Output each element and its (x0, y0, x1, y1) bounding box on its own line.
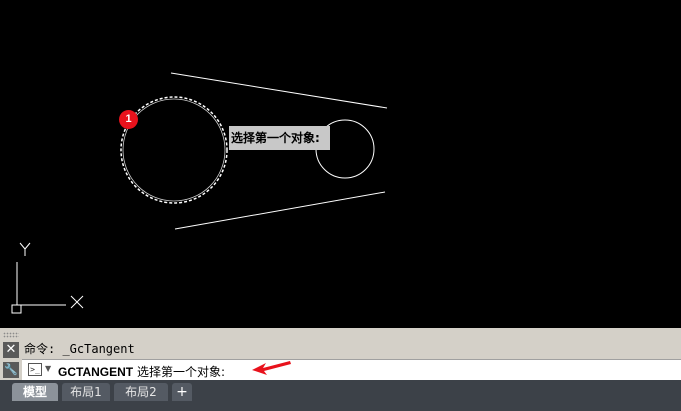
selection-tooltip: 选择第一个对象: (229, 126, 330, 150)
drawing-canvas[interactable]: 1 选择第一个对象: (0, 0, 681, 328)
command-text: GCTANGENT 选择第一个对象: (58, 363, 225, 380)
close-icon[interactable]: ✕ (3, 342, 19, 358)
command-prompt-icon[interactable]: >_ (28, 363, 42, 376)
command-history: 命令: _GcTangent (24, 342, 135, 356)
drawing-svg[interactable] (0, 0, 681, 328)
tab-layout1[interactable]: 布局1 (62, 383, 110, 401)
upper-tangent-line[interactable] (170, 72, 388, 109)
lower-tangent-line[interactable] (174, 191, 386, 230)
annotation-arrow-icon (252, 361, 291, 375)
panel-grip-handle[interactable] (3, 332, 19, 338)
layout-tab-bar: 模型 布局1 布局2 + (0, 380, 681, 411)
command-line-panel: ✕ 🔧 命令: _GcTangent >_ ▼ GCTANGENT 选择第一个对… (0, 328, 681, 380)
large-circle-inner-highlight (122, 98, 226, 202)
command-input[interactable]: >_ ▼ GCTANGENT 选择第一个对象: (22, 359, 681, 380)
add-tab-button[interactable]: + (172, 383, 192, 401)
chevron-down-icon[interactable]: ▼ (45, 364, 51, 373)
command-prompt-text: 选择第一个对象: (136, 365, 225, 379)
ucs-icon (11, 242, 84, 314)
tab-model[interactable]: 模型 (12, 383, 58, 401)
large-circle[interactable] (120, 96, 228, 204)
command-name: GCTANGENT (58, 365, 134, 379)
step-badge: 1 (119, 110, 138, 129)
wrench-icon[interactable]: 🔧 (3, 362, 19, 378)
tab-layout2[interactable]: 布局2 (114, 383, 168, 401)
